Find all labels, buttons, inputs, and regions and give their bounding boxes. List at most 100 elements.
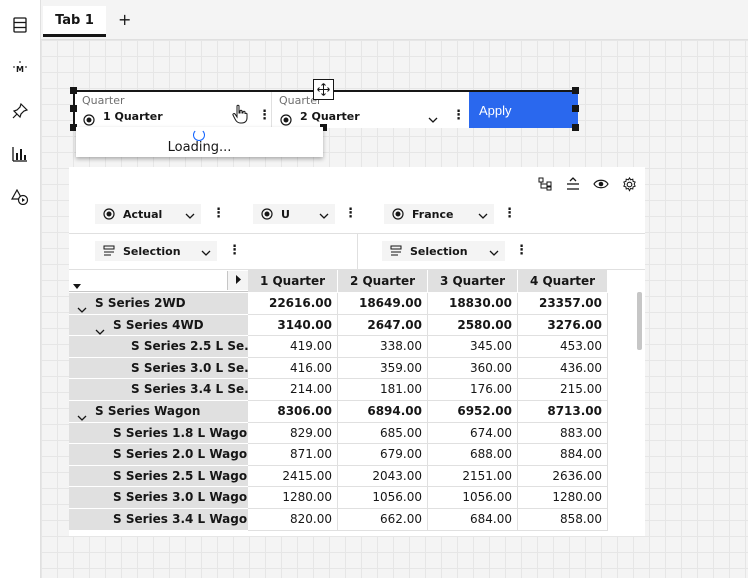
chevron-down-icon (319, 209, 329, 222)
selection-dropdown-1[interactable]: Selection (95, 241, 217, 261)
table-cell[interactable]: 662.00 (338, 509, 428, 531)
row-header[interactable]: S Series 2.0 L Wagon (69, 444, 248, 466)
table-cell[interactable]: 688.00 (428, 444, 518, 466)
row-header[interactable]: S Series Wagon (69, 401, 248, 423)
vertical-scrollbar[interactable] (637, 292, 642, 350)
row-header[interactable]: S Series 3.4 L Se... (69, 379, 248, 401)
filter-2[interactable]: Quarter 2 Quarter ⋮ (272, 92, 469, 128)
move-handle[interactable] (313, 79, 334, 100)
shapes-media-icon[interactable] (9, 186, 31, 208)
table-cell[interactable]: 685.00 (338, 422, 428, 445)
table-cell[interactable]: 883.00 (518, 422, 608, 445)
table-cell[interactable]: 1280.00 (518, 487, 608, 509)
table-cell[interactable]: 360.00 (428, 357, 518, 380)
visualizations-icon[interactable] (9, 143, 31, 165)
chevron-down-icon[interactable] (77, 300, 87, 314)
overflow-menu-icon[interactable]: ⋮ (503, 206, 516, 221)
resize-handle[interactable] (572, 87, 579, 94)
table-cell[interactable]: 345.00 (428, 336, 518, 358)
resize-handle[interactable] (572, 105, 579, 112)
overflow-menu-icon[interactable]: ⋮ (212, 206, 225, 221)
table-cell[interactable]: 338.00 (338, 336, 428, 358)
table-cell[interactable]: 2415.00 (248, 465, 338, 488)
table-cell[interactable]: 684.00 (428, 509, 518, 531)
add-tab-button[interactable]: + (118, 10, 131, 29)
column-header[interactable]: 4 Quarter (518, 270, 608, 292)
corner-toggle[interactable] (227, 271, 248, 290)
table-cell[interactable]: 2043.00 (338, 465, 428, 488)
column-header[interactable]: 3 Quarter (428, 270, 518, 292)
table-cell[interactable]: 674.00 (428, 422, 518, 445)
expand-collapse-icon[interactable] (564, 175, 582, 193)
table-cell[interactable]: 419.00 (248, 336, 338, 358)
table-cell[interactable]: 1056.00 (428, 487, 518, 509)
table-cell[interactable]: 214.00 (248, 379, 338, 401)
table-cell[interactable]: 679.00 (338, 444, 428, 466)
slicer-dropdown-france[interactable]: France (384, 204, 494, 224)
table-cell[interactable]: 18830.00 (428, 293, 518, 315)
row-header[interactable]: S Series 2WD (69, 293, 248, 315)
row-header[interactable]: S Series 1.8 L Wagon (69, 422, 248, 445)
table-cell[interactable]: 359.00 (338, 357, 428, 380)
data-sources-icon[interactable] (9, 14, 31, 36)
resize-handle[interactable] (70, 87, 77, 94)
table-cell[interactable]: 871.00 (248, 444, 338, 466)
table-cell[interactable]: 2647.00 (338, 314, 428, 337)
overflow-menu-icon[interactable]: ⋮ (515, 243, 528, 258)
filter-2-overflow-icon[interactable]: ⋮ (452, 108, 465, 123)
hierarchy-icon[interactable] (536, 175, 554, 193)
table-cell[interactable]: 2151.00 (428, 465, 518, 488)
chevron-down-icon[interactable] (77, 408, 87, 422)
view-icon[interactable] (592, 175, 610, 193)
table-cell[interactable]: 1280.00 (248, 487, 338, 509)
selection-dropdown-2[interactable]: Selection (382, 241, 505, 261)
slicer-dropdown-u[interactable]: U (253, 204, 335, 224)
table-cell[interactable]: 820.00 (248, 509, 338, 531)
table-cell[interactable]: 215.00 (518, 379, 608, 401)
table-cell[interactable]: 176.00 (428, 379, 518, 401)
column-header[interactable]: 2 Quarter (338, 270, 428, 292)
apply-button[interactable]: Apply (469, 92, 578, 128)
chevron-down-icon[interactable] (95, 322, 105, 336)
resize-handle[interactable] (70, 105, 77, 112)
pin-icon[interactable] (9, 100, 31, 122)
row-header[interactable]: S Series 4WD (69, 314, 248, 337)
row-header[interactable]: S Series 3.0 L Wagon (69, 487, 248, 509)
table-cell[interactable]: 829.00 (248, 422, 338, 445)
row-header[interactable]: S Series 3.4 L Wagon (69, 509, 248, 531)
table-cell[interactable]: 1056.00 (338, 487, 428, 509)
table-cell[interactable]: 2580.00 (428, 314, 518, 337)
move-icon (317, 83, 330, 96)
table-cell[interactable]: 858.00 (518, 509, 608, 531)
slicer-dropdown-actual[interactable]: Actual (95, 204, 201, 224)
caret-down-icon[interactable] (73, 275, 81, 294)
table-cell[interactable]: 453.00 (518, 336, 608, 358)
crosstab-widget[interactable]: Actual ⋮ U ⋮ France ⋮ Selection ⋮ Select… (69, 167, 645, 536)
overflow-menu-icon[interactable]: ⋮ (228, 243, 241, 258)
table-cell[interactable]: 23357.00 (518, 293, 608, 315)
settings-gear-icon[interactable] (620, 175, 638, 193)
assistant-icon[interactable]: M (9, 57, 31, 79)
table-cell[interactable]: 6894.00 (338, 401, 428, 423)
resize-handle[interactable] (572, 124, 579, 131)
chevron-down-icon[interactable] (428, 108, 438, 127)
table-cell[interactable]: 181.00 (338, 379, 428, 401)
tab-1[interactable]: Tab 1 (43, 6, 106, 37)
table-cell[interactable]: 8306.00 (248, 401, 338, 423)
column-header[interactable]: 1 Quarter (248, 270, 338, 292)
table-cell[interactable]: 3140.00 (248, 314, 338, 337)
row-header[interactable]: S Series 2.5 L Wagon (69, 465, 248, 488)
table-cell[interactable]: 8713.00 (518, 401, 608, 423)
table-cell[interactable]: 22616.00 (248, 293, 338, 315)
overflow-menu-icon[interactable]: ⋮ (344, 206, 357, 221)
table-cell[interactable]: 3276.00 (518, 314, 608, 337)
row-header[interactable]: S Series 2.5 L Se... (69, 336, 248, 358)
table-cell[interactable]: 416.00 (248, 357, 338, 380)
filter-1-overflow-icon[interactable]: ⋮ (258, 108, 271, 123)
table-cell[interactable]: 6952.00 (428, 401, 518, 423)
table-cell[interactable]: 884.00 (518, 444, 608, 466)
table-cell[interactable]: 436.00 (518, 357, 608, 380)
row-header[interactable]: S Series 3.0 L Se... (69, 357, 248, 380)
table-cell[interactable]: 2636.00 (518, 465, 608, 488)
table-cell[interactable]: 18649.00 (338, 293, 428, 315)
